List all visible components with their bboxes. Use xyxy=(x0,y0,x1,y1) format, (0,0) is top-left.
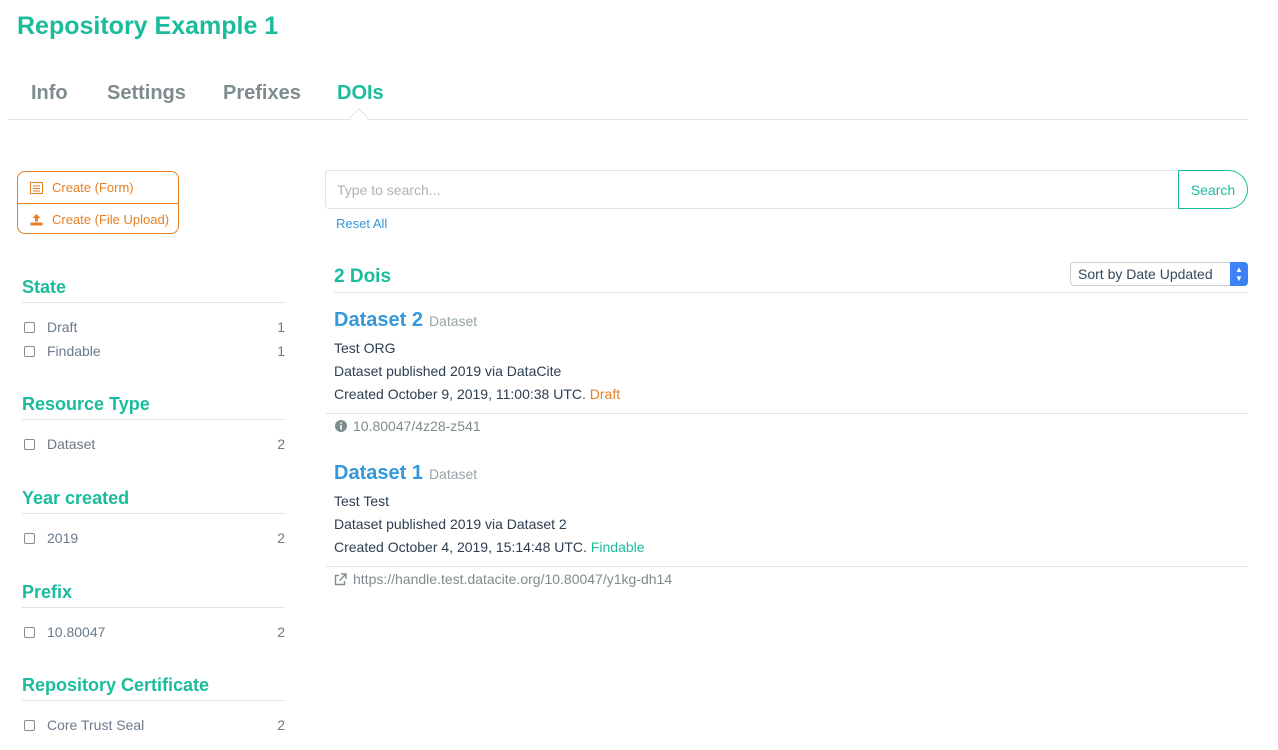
facet-item: 10.80047 2 xyxy=(22,620,285,644)
tab-info[interactable]: Info xyxy=(31,82,68,105)
facet-title: Prefix xyxy=(22,582,285,608)
facet-label: Core Trust Seal xyxy=(47,717,145,733)
facet-label: 2019 xyxy=(47,530,79,546)
facet-state: State Draft 1 Findable 1 xyxy=(22,277,285,363)
facet-title: Repository Certificate xyxy=(22,675,285,701)
facet-title: Year created xyxy=(22,488,285,514)
doi-state-badge: Draft xyxy=(589,386,621,402)
facet-label: Dataset xyxy=(47,436,96,452)
doi-created: Created October 9, 2019, 11:00:38 UTC. xyxy=(334,386,586,402)
facet-count: 2 xyxy=(277,624,285,640)
create-file-upload-button[interactable]: Create (File Upload) xyxy=(18,203,178,233)
facet-count: 2 xyxy=(277,717,285,733)
doi-footer: https://handle.test.datacite.org/10.8004… xyxy=(326,566,1248,587)
facet-title: State xyxy=(22,277,285,303)
active-tab-caret xyxy=(349,108,369,128)
doi-item: Dataset 1 Dataset Test Test Dataset publ… xyxy=(334,462,1248,559)
facet-checkbox[interactable] xyxy=(24,321,35,333)
tab-bar: Info Settings Prefixes DOIs xyxy=(8,78,1248,128)
facet-item: Core Trust Seal 2 xyxy=(22,713,285,737)
doi-published: Dataset published 2019 via Dataset 2 xyxy=(334,516,567,532)
facet-count: 1 xyxy=(277,319,285,335)
facet-checkbox[interactable] xyxy=(24,626,35,638)
page-title: Repository Example 1 xyxy=(17,12,279,40)
tab-dois[interactable]: DOIs xyxy=(337,82,384,105)
facet-prefix: Prefix 10.80047 2 xyxy=(22,582,285,644)
external-link-icon xyxy=(334,572,347,586)
search-button[interactable]: Search xyxy=(1178,170,1248,209)
doi-title-link[interactable]: Dataset 2 xyxy=(334,309,423,332)
facet-item: Dataset 2 xyxy=(22,432,285,456)
info-circle-icon xyxy=(334,420,347,433)
facet-item: Findable 1 xyxy=(22,339,285,363)
facet-label: 10.80047 xyxy=(47,624,106,640)
facet-item: Draft 1 xyxy=(22,315,285,339)
doi-resource-type: Dataset xyxy=(428,466,478,482)
sort-select[interactable]: Sort by Date Updated ▲ ▼ xyxy=(1070,262,1248,286)
doi-state-badge: Findable xyxy=(590,539,645,555)
facet-resource-type: Resource Type Dataset 2 xyxy=(22,394,285,456)
search-bar: Search xyxy=(325,170,1248,209)
reset-all-link[interactable]: Reset All xyxy=(336,216,387,231)
results-header: 2 Dois Sort by Date Updated ▲ ▼ xyxy=(334,262,1248,293)
tab-settings[interactable]: Settings xyxy=(107,82,186,105)
doi-item: Dataset 2 Dataset Test ORG Dataset publi… xyxy=(334,309,1248,406)
doi-resource-type: Dataset xyxy=(428,313,478,329)
doi-footer: 10.80047/4z28-z541 xyxy=(326,413,1248,434)
facet-count: 1 xyxy=(277,343,285,359)
doi-created: Created October 4, 2019, 15:14:48 UTC. xyxy=(334,539,587,555)
doi-title-link[interactable]: Dataset 1 xyxy=(334,462,423,485)
create-button-group: Create (Form) Create (File Upload) xyxy=(17,171,179,234)
facet-checkbox[interactable] xyxy=(24,345,35,357)
facet-checkbox[interactable] xyxy=(24,532,35,544)
form-icon xyxy=(28,181,44,195)
select-arrows-icon: ▲ ▼ xyxy=(1230,262,1248,286)
upload-icon xyxy=(28,212,44,226)
facet-count: 2 xyxy=(277,436,285,452)
search-input[interactable] xyxy=(325,170,1180,209)
doi-published: Dataset published 2019 via DataCite xyxy=(334,363,562,379)
doi-creator: Test ORG xyxy=(334,340,396,356)
facet-checkbox[interactable] xyxy=(24,438,35,450)
facet-title: Resource Type xyxy=(22,394,285,420)
results-count: 2 Dois xyxy=(334,266,392,287)
create-form-label: Create (Form) xyxy=(52,180,134,195)
facet-item: 2019 2 xyxy=(22,526,285,550)
create-form-button[interactable]: Create (Form) xyxy=(18,172,178,203)
doi-identifier[interactable]: 10.80047/4z28-z541 xyxy=(353,418,481,434)
doi-handle-link[interactable]: https://handle.test.datacite.org/10.8004… xyxy=(353,571,672,587)
facet-label: Draft xyxy=(47,319,78,335)
tab-prefixes[interactable]: Prefixes xyxy=(223,82,301,105)
facet-checkbox[interactable] xyxy=(24,719,35,731)
create-file-upload-label: Create (File Upload) xyxy=(52,211,170,227)
facet-repository-certificate: Repository Certificate Core Trust Seal 2 xyxy=(22,675,285,737)
facet-count: 2 xyxy=(277,530,285,546)
doi-creator: Test Test xyxy=(334,493,389,509)
sort-select-value: Sort by Date Updated xyxy=(1078,266,1213,282)
facet-label: Findable xyxy=(47,343,101,359)
facet-year-created: Year created 2019 2 xyxy=(22,488,285,550)
